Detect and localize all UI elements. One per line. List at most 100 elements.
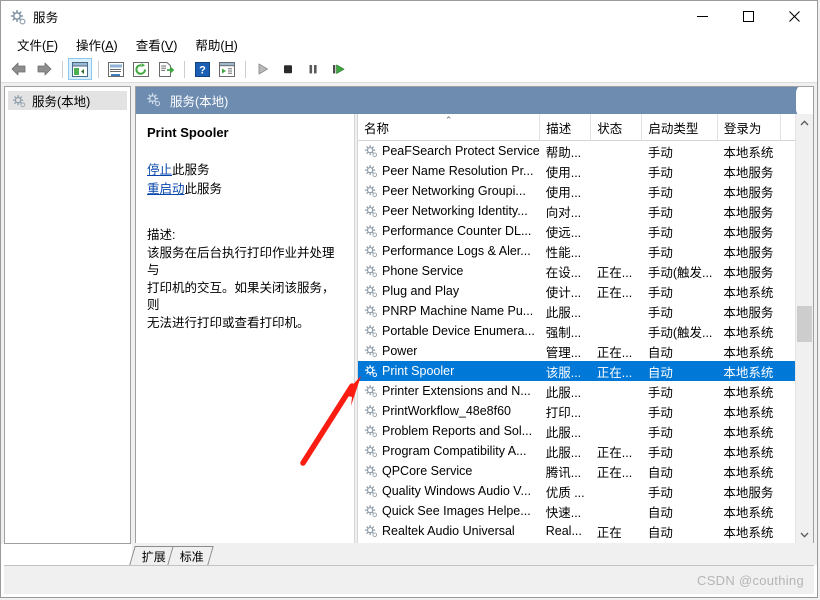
service-name-label: Quick See Images Helpe... — [382, 504, 531, 518]
cell-desc: 强制... — [545, 325, 582, 340]
table-row[interactable]: PrintWorkflow_48e8f60 打印... 手动 本地系统 — [358, 401, 795, 421]
service-gear-icon — [364, 164, 378, 178]
cell-startup: 手动 — [647, 205, 673, 220]
table-row[interactable]: Portable Device Enumera... 强制... 手动(触发... 本… — [358, 321, 795, 341]
cell-startup: 手动 — [647, 225, 673, 240]
table-row[interactable]: PeaFSearch Protect Service 帮助... 手动 本地系统 — [358, 141, 795, 162]
table-row[interactable]: Problem Reports and Sol... 此服... 手动 本地系统 — [358, 421, 795, 441]
table-row[interactable]: Peer Name Resolution Pr... 使用... 手动 本地服务 — [358, 161, 795, 181]
selected-service-name: Print Spooler — [147, 125, 229, 140]
table-row[interactable]: Peer Networking Groupi... 使用... 手动 本地服务 — [358, 181, 795, 201]
stop-service-link[interactable]: 停止 — [147, 163, 172, 177]
cell-service-name: Peer Networking Groupi... — [358, 181, 540, 201]
table-row[interactable]: QPCore Service 腾讯... 正在... 自动 本地系统 — [358, 461, 795, 481]
chevron-down-icon[interactable] — [796, 526, 813, 543]
service-name-label: Portable Device Enumera... — [382, 324, 535, 338]
cell-status — [591, 181, 642, 201]
cell-status — [591, 141, 642, 162]
cell-spare — [781, 441, 795, 461]
service-name-label: Phone Service — [382, 264, 464, 278]
table-row[interactable]: Print Spooler 该服... 正在... 自动 本地系统 — [358, 361, 795, 381]
menu-file[interactable]: 文件(F) — [8, 32, 67, 57]
service-gear-icon — [364, 384, 378, 398]
table-row[interactable]: Power 管理... 正在... 自动 本地系统 — [358, 341, 795, 361]
column-header-logon[interactable]: 登录为 — [717, 114, 782, 141]
column-header-desc[interactable]: 描述 — [539, 114, 592, 141]
cell-logon: 本地服务 — [723, 205, 774, 220]
cell-service-name: PrintWorkflow_48e8f60 — [358, 401, 540, 421]
chevron-up-icon[interactable] — [796, 114, 813, 131]
table-row[interactable]: Phone Service 在设... 正在... 手动(触发... 本地服务 — [358, 261, 795, 281]
table-row[interactable]: Quick See Images Helpe... 快速... 自动 本地系统 — [358, 501, 795, 521]
scrollbar-track[interactable] — [796, 131, 813, 526]
export-list-icon[interactable] — [154, 58, 178, 80]
stop-service-suffix: 此服务 — [172, 163, 210, 177]
list-vertical-scrollbar[interactable] — [795, 114, 813, 543]
table-row[interactable]: Plug and Play 使计... 正在... 手动 本地系统 — [358, 281, 795, 301]
table-row[interactable]: Performance Counter DL... 使远... 手动 本地服务 — [358, 221, 795, 241]
table-row[interactable]: Realtek Audio Universal Real... 正在 自动 本地系统 — [358, 521, 795, 541]
table-row[interactable]: Peer Networking Identity... 向对... 手动 本地服务 — [358, 201, 795, 221]
cell-status — [591, 401, 642, 421]
description-label: 描述: — [147, 228, 176, 242]
cell-service-name: QPCore Service — [358, 461, 540, 481]
cell-service-name: PeaFSearch Protect Service — [358, 141, 540, 162]
service-gear-icon — [364, 284, 378, 298]
column-header-startup[interactable]: 启动类型 — [641, 114, 718, 141]
service-gear-icon — [364, 464, 378, 478]
menu-help[interactable]: 帮助(H) — [186, 32, 246, 57]
cell-desc: Real... — [545, 524, 582, 538]
stop-icon[interactable] — [276, 58, 300, 80]
restart-service-link[interactable]: 重启动 — [147, 182, 185, 196]
cell-logon: 本地系统 — [723, 405, 774, 420]
tree-pane-icon[interactable] — [68, 58, 92, 80]
cell-startup: 手动 — [647, 185, 673, 200]
restart-icon[interactable] — [326, 58, 350, 80]
table-row[interactable]: Performance Logs & Aler... 性能... 手动 本地服务 — [358, 241, 795, 261]
maximize-button[interactable] — [725, 1, 771, 32]
service-name-label: Peer Networking Groupi... — [382, 184, 526, 198]
column-header-spare[interactable] — [780, 114, 795, 141]
cell-status — [591, 501, 642, 521]
cell-status — [591, 221, 642, 241]
description-line: 该服务在后台执行打印作业并处理与 — [147, 245, 335, 278]
cell-spare — [781, 261, 795, 281]
restart-service-suffix: 此服务 — [184, 182, 223, 196]
menu-view[interactable]: 查看(V) — [127, 32, 187, 57]
cell-desc: 此服... — [545, 445, 582, 460]
cell-spare — [781, 181, 795, 201]
cell-logon: 本地系统 — [723, 425, 774, 440]
cell-startup: 手动 — [647, 305, 673, 320]
refresh-icon[interactable] — [129, 58, 153, 80]
column-header-status[interactable]: 状态 — [590, 114, 643, 141]
tree-item-services-local[interactable]: 服务(本地) — [8, 91, 127, 110]
service-gear-icon — [364, 244, 378, 258]
question-mark-icon[interactable]: ? — [190, 58, 214, 80]
table-row[interactable]: Program Compatibility A... 此服... 正在... 手动 本地… — [358, 441, 795, 461]
services-table: 名称 ⌃ 描述 状态 启动类型 登录为 PeaFSearch Protect Servic… — [358, 114, 795, 541]
close-button[interactable] — [771, 1, 817, 32]
menu-action[interactable]: 操作(A) — [67, 32, 127, 57]
pause-icon[interactable] — [301, 58, 325, 80]
svg-text:?: ? — [199, 64, 206, 76]
table-row[interactable]: PNRP Machine Name Pu... 此服... 手动 本地服务 — [358, 301, 795, 321]
cell-service-name: Peer Networking Identity... — [358, 201, 540, 221]
table-row[interactable]: Printer Extensions and N... 此服... 手动 本地系统 — [358, 381, 795, 401]
scrollbar-thumb[interactable] — [797, 306, 812, 342]
cell-service-name: PNRP Machine Name Pu... — [358, 301, 540, 321]
properties-icon[interactable] — [104, 58, 128, 80]
service-gear-icon — [364, 484, 378, 498]
action-pane-icon[interactable] — [215, 58, 239, 80]
table-row[interactable]: Quality Windows Audio V... 优质 ... 手动 本地服务 — [358, 481, 795, 501]
cell-logon: 本地系统 — [717, 361, 781, 381]
forward-arrow-icon[interactable] — [32, 58, 56, 80]
minimize-button[interactable] — [679, 1, 725, 32]
cell-logon: 本地系统 — [723, 505, 774, 520]
tab-standard[interactable]: 标准 — [167, 546, 214, 565]
back-arrow-icon[interactable] — [7, 58, 31, 80]
cell-logon: 本地服务 — [723, 485, 774, 500]
column-header-name[interactable]: 名称 ⌃ — [358, 114, 541, 141]
content-header-label: 服务(本地) — [170, 95, 229, 109]
window-controls — [679, 1, 817, 32]
play-icon[interactable] — [251, 58, 275, 80]
